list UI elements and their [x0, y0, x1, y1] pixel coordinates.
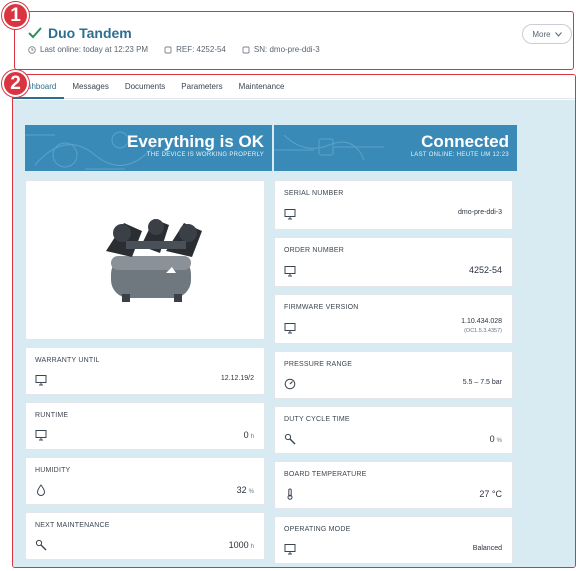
card-label: ORDER NUMBER [284, 247, 344, 254]
card-value: 5.5 – 7.5 bar [462, 379, 502, 386]
check-icon [28, 27, 42, 39]
card-label: NEXT MAINTENANCE [35, 522, 110, 529]
thermometer-icon [287, 488, 293, 500]
card-value: 1000 [228, 540, 249, 550]
monitor-icon [284, 209, 296, 220]
card-value: 32 [236, 485, 247, 495]
sn-text: SN: dmo-pre-ddi-3 [253, 45, 320, 54]
card-value-wrap: 0% [490, 434, 502, 444]
card-label: DUTY CYCLE TIME [284, 416, 350, 423]
card-subvalue: (OC1.5.3.4357) [464, 328, 502, 334]
serial-number-meta: SN: dmo-pre-ddi-3 [242, 45, 320, 54]
more-button[interactable]: More [522, 24, 572, 44]
card-value: 12.12.19/2 [220, 375, 254, 382]
card-label: BOARD TEMPERATURE [284, 471, 367, 478]
monitor-icon [284, 544, 296, 555]
callout-marker-2: 2 [2, 70, 29, 97]
card-warranty: WARRANTY UNTIL 12.12.19/2 [25, 347, 265, 395]
card-label: SERIAL NUMBER [284, 190, 344, 197]
card-value: 1.10.434.028 [461, 318, 502, 325]
card-unit: h [250, 544, 254, 550]
connection-banner: Connected LAST ONLINE: HEUTE UM 12:23 [274, 125, 517, 171]
monitor-icon [35, 430, 47, 441]
card-value: 27 °C [479, 489, 502, 499]
card-label: PRESSURE RANGE [284, 361, 353, 368]
monitor-icon [284, 266, 296, 277]
card-value-wrap: 1000 h [229, 540, 254, 550]
device-meta: Last online: today at 12:23 PM REF: 4252… [28, 45, 336, 54]
status-banner-title: Everything is OK [127, 132, 264, 151]
card-operating-mode: OPERATING MODE Balanced [274, 516, 513, 564]
tab-messages[interactable]: Messages [64, 75, 116, 99]
card-pressure-range: PRESSURE RANGE 5.5 – 7.5 bar [274, 351, 513, 399]
card-board-temperature: BOARD TEMPERATURE 27 °C [274, 461, 513, 509]
card-value: dmo-pre-ddi-3 [458, 209, 502, 216]
tag-icon [164, 46, 172, 53]
barcode-icon [242, 46, 250, 53]
tab-documents[interactable]: Documents [117, 75, 173, 99]
card-value-wrap: 0h [244, 430, 254, 440]
card-unit: % [496, 438, 502, 444]
droplet-icon [36, 484, 46, 496]
card-unit: % [248, 489, 254, 495]
ref-number: REF: 4252-54 [164, 45, 226, 54]
wrench-icon [35, 539, 47, 551]
gauge-icon [284, 378, 296, 390]
card-order-number: ORDER NUMBER 4252-54 [274, 237, 513, 287]
card-label: WARRANTY UNTIL [35, 357, 100, 364]
device-title: Duo Tandem [48, 25, 132, 41]
card-unit: h [250, 434, 254, 440]
card-duty-cycle: DUTY CYCLE TIME 0% [274, 406, 513, 454]
card-firmware-version: FIRMWARE VERSION 1.10.434.028 (OC1.5.3.4… [274, 294, 513, 344]
dashboard-panel: ashboard Messages Documents Parameters M… [12, 74, 576, 568]
card-label: FIRMWARE VERSION [284, 304, 359, 311]
card-value: 0 [489, 434, 495, 444]
compressor-image [106, 219, 202, 302]
wrench-icon [284, 433, 296, 445]
card-value: 4252-54 [468, 265, 502, 275]
card-runtime: RUNTIME 0h [25, 402, 265, 450]
status-banner-subtitle: THE DEVICE IS WORKING PROPERLY [146, 152, 264, 158]
status-banner: Everything is OK THE DEVICE IS WORKING P… [25, 125, 272, 171]
card-label: OPERATING MODE [284, 526, 351, 533]
dashboard-content: Everything is OK THE DEVICE IS WORKING P… [13, 100, 575, 567]
monitor-icon [35, 375, 47, 386]
card-label: RUNTIME [35, 412, 69, 419]
card-label: HUMIDITY [35, 467, 71, 474]
tab-parameters[interactable]: Parameters [173, 75, 230, 99]
card-value: 0 [243, 430, 249, 440]
device-title-row: Duo Tandem [28, 25, 132, 41]
callout-marker-1: 1 [2, 2, 29, 29]
more-button-label: More [532, 29, 551, 39]
chevron-down-icon [554, 31, 562, 37]
tab-maintenance[interactable]: Maintenance [231, 75, 293, 99]
connection-banner-subtitle: LAST ONLINE: HEUTE UM 12:23 [410, 152, 509, 158]
card-value-wrap: 32% [237, 485, 254, 495]
card-value: Balanced [472, 545, 502, 552]
last-online: Last online: today at 12:23 PM [28, 45, 148, 54]
last-online-text: Last online: today at 12:23 PM [40, 45, 149, 54]
product-image-card [25, 180, 265, 340]
card-humidity: HUMIDITY 32% [25, 457, 265, 505]
clock-icon [28, 45, 36, 54]
monitor-icon [284, 323, 296, 334]
connection-banner-title: Connected [421, 132, 509, 151]
card-next-maintenance: NEXT MAINTENANCE 1000 h [25, 512, 265, 560]
card-serial-number: SERIAL NUMBER dmo-pre-ddi-3 [274, 180, 513, 230]
ref-text: REF: 4252-54 [176, 45, 226, 54]
tab-bar: ashboard Messages Documents Parameters M… [13, 75, 575, 99]
